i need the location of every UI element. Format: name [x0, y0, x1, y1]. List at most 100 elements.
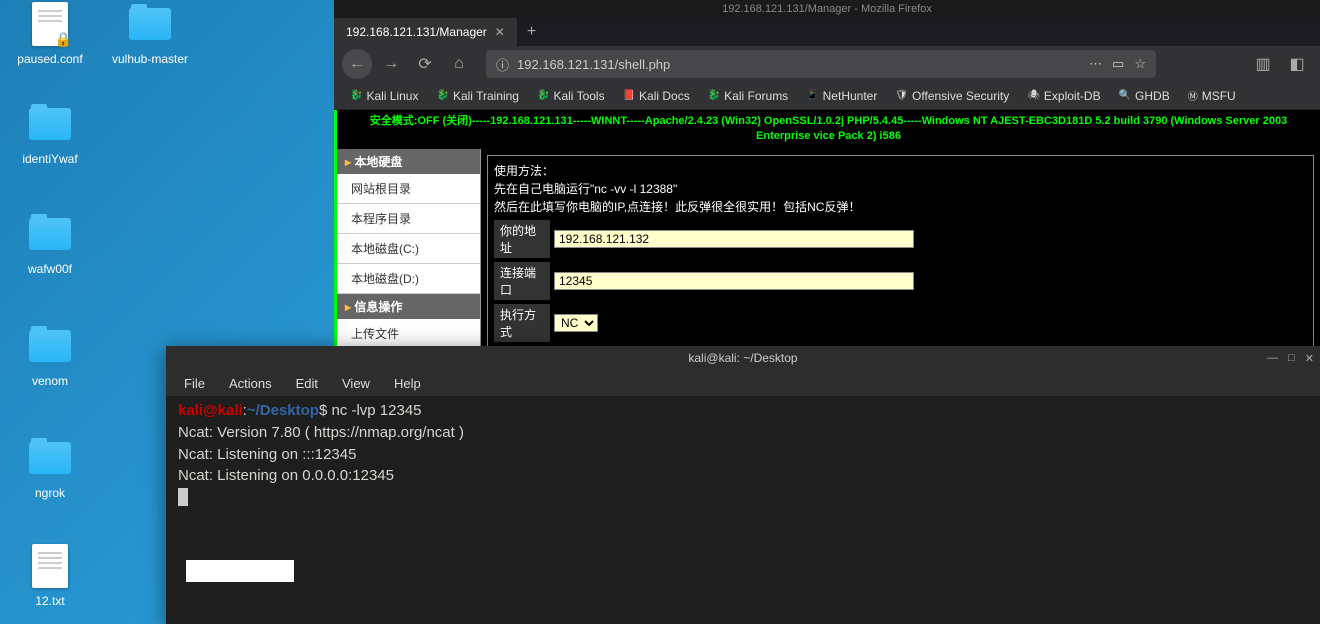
more-icon[interactable]: ⋯ [1089, 56, 1102, 72]
bookmark-kali-linux[interactable]: 🐉 Kali Linux [342, 87, 426, 105]
sidebar-item[interactable]: 网站根目录 [337, 174, 480, 204]
url-bar[interactable]: ⓘ 192.168.121.131/shell.php ⋯ ▭ ☆ [486, 50, 1156, 78]
close-icon[interactable]: ✕ [1305, 352, 1314, 365]
browser-tab[interactable]: 192.168.121.131/Manager ✕ [334, 18, 517, 46]
tab-label: 192.168.121.131/Manager [346, 25, 487, 39]
terminal-output-line: Ncat: Version 7.80 ( https://nmap.org/nc… [178, 422, 1308, 444]
bookmark-icon: 🔍 [1119, 90, 1131, 101]
bookmark-kali-docs[interactable]: 📕Kali Docs [615, 87, 698, 105]
desktop-icon-12-txt[interactable]: 12.txt [10, 542, 90, 608]
icon-label: identiYwaf [10, 152, 90, 166]
usage-title: 使用方法： [494, 162, 1307, 180]
bookmark-label: Kali Forums [724, 89, 788, 103]
library-icon[interactable]: ▥ [1248, 49, 1278, 79]
bookmark-icon: 🐉 [436, 90, 448, 101]
icon-label: wafw00f [10, 262, 90, 276]
terminal-title: kali@kali: ~/Desktop [688, 351, 797, 365]
terminal-body[interactable]: kali@kali:~/Desktop$ nc -lvp 12345 Ncat:… [166, 396, 1320, 624]
ip-label: 你的地址 [494, 220, 550, 258]
folder-icon [129, 8, 171, 40]
bookmark-kali-forums[interactable]: 🐉 Kali Forums [700, 87, 796, 105]
usage-line: 先在自己电脑运行"nc -vv -l 12388" [494, 180, 1307, 198]
desktop-icon-ngrok[interactable]: ngrok [10, 434, 90, 500]
sidebar-item[interactable]: 本地磁盘(D:) [337, 264, 480, 294]
usage-line: 然后在此填写你电脑的IP,点连接！此反弹很全很实用！包括NC反弹！ [494, 198, 1307, 216]
reload-button[interactable]: ⟳ [410, 49, 440, 79]
bookmark-icon: 📱 [806, 90, 818, 101]
firefox-tabstrip: 192.168.121.131/Manager ✕ + [334, 18, 1320, 46]
close-tab-icon[interactable]: ✕ [495, 25, 505, 39]
terminal-menubar: FileActionsEditViewHelp [166, 370, 1320, 396]
folder-icon [29, 330, 71, 362]
sidebar-item[interactable]: 上传文件 [337, 319, 480, 349]
minimize-icon[interactable]: — [1267, 352, 1278, 365]
method-select[interactable]: NC [554, 314, 598, 332]
bookmark-label: MSFU [1202, 89, 1236, 103]
bookmark-kali-tools[interactable]: 🐉Kali Tools [529, 87, 613, 105]
bookmark-kali-training[interactable]: 🐉 Kali Training [428, 87, 527, 105]
bookmark-icon: 🐉 [708, 90, 720, 101]
desktop-icon-identiYwaf[interactable]: identiYwaf [10, 100, 90, 166]
desktop-icon-vulhub-master[interactable]: vulhub-master [110, 0, 190, 66]
webshell-status-bar: 安全模式:OFF (关闭)-----192.168.121.131-----WI… [337, 110, 1320, 149]
info-icon[interactable]: ⓘ [496, 55, 509, 74]
bookmark-icon: 🐉 [350, 90, 362, 101]
terminal-menu-view[interactable]: View [332, 374, 380, 393]
port-label: 连接端口 [494, 262, 550, 300]
bookmark-label: Kali Training [453, 89, 519, 103]
highlight-bar [186, 560, 294, 582]
terminal-menu-file[interactable]: File [174, 374, 215, 393]
icon-label: venom [10, 374, 90, 388]
bookmark-offensive-security[interactable]: 🛡 Offensive Security [887, 87, 1017, 105]
bookmark-label: Exploit-DB [1044, 89, 1101, 103]
reader-icon[interactable]: ▭ [1112, 56, 1124, 72]
bookmark-nethunter[interactable]: 📱 NetHunter [798, 87, 885, 105]
sidebar-section-header: 信息操作 [337, 294, 480, 319]
terminal-output-line: Ncat: Listening on 0.0.0.0:12345 [178, 465, 1308, 487]
sidebar-item[interactable]: 本地磁盘(C:) [337, 234, 480, 264]
terminal-menu-edit[interactable]: Edit [286, 374, 328, 393]
terminal-menu-actions[interactable]: Actions [219, 374, 282, 393]
new-tab-button[interactable]: + [517, 23, 546, 41]
terminal-titlebar: kali@kali: ~/Desktop — □ ✕ [166, 346, 1320, 370]
firefox-titlebar: 192.168.121.131/Manager - Mozilla Firefo… [334, 0, 1320, 18]
firefox-toolbar: ← → ⟳ ⌂ ⓘ 192.168.121.131/shell.php ⋯ ▭ … [334, 46, 1320, 82]
desktop-icon-wafw00f[interactable]: wafw00f [10, 210, 90, 276]
ip-input[interactable] [554, 230, 914, 248]
terminal-cursor [178, 488, 188, 506]
bookmark-label: Offensive Security [912, 89, 1009, 103]
bookmark-icon: 🕷 [1027, 90, 1040, 101]
sidebar-item[interactable]: 本程序目录 [337, 204, 480, 234]
folder-icon [29, 218, 71, 250]
bookmark-icon: 📕 [623, 90, 635, 101]
bookmark-ghdb[interactable]: 🔍 GHDB [1111, 87, 1178, 105]
bookmarks-bar: 🐉Kali Linux🐉Kali Training🐉Kali Tools📕Kal… [334, 82, 1320, 110]
terminal-output-line: Ncat: Listening on :::12345 [178, 444, 1308, 466]
folder-icon [29, 442, 71, 474]
forward-button[interactable]: → [376, 49, 406, 79]
bookmark-icon: Ⓜ [1188, 88, 1198, 103]
desktop-icon-paused-conf[interactable]: paused.conf [10, 0, 90, 66]
bookmark-label: NetHunter [823, 89, 878, 103]
sidebar-icon[interactable]: ◧ [1282, 49, 1312, 79]
back-button[interactable]: ← [342, 49, 372, 79]
terminal-menu-help[interactable]: Help [384, 374, 431, 393]
maximize-icon[interactable]: □ [1288, 352, 1295, 365]
icon-label: ngrok [10, 486, 90, 500]
bookmark-icon: 🐉 [537, 90, 549, 101]
bookmark-exploit-db[interactable]: 🕷 Exploit-DB [1019, 87, 1108, 105]
icon-label: 12.txt [10, 594, 90, 608]
folder-icon [29, 108, 71, 140]
desktop-icon-venom[interactable]: venom [10, 322, 90, 388]
home-button[interactable]: ⌂ [444, 49, 474, 79]
bookmark-msfu[interactable]: Ⓜ MSFU [1180, 86, 1244, 105]
bookmark-star-icon[interactable]: ☆ [1134, 56, 1146, 72]
prompt-path: ~/Desktop [247, 402, 319, 419]
sidebar-section-header: 本地硬盘 [337, 149, 480, 174]
port-input[interactable] [554, 272, 914, 290]
icon-label: paused.conf [10, 52, 90, 66]
bookmark-icon: 🛡 [895, 90, 908, 101]
bookmark-label: Kali Linux [366, 89, 418, 103]
bookmark-label: GHDB [1135, 89, 1170, 103]
icon-label: vulhub-master [110, 52, 190, 66]
